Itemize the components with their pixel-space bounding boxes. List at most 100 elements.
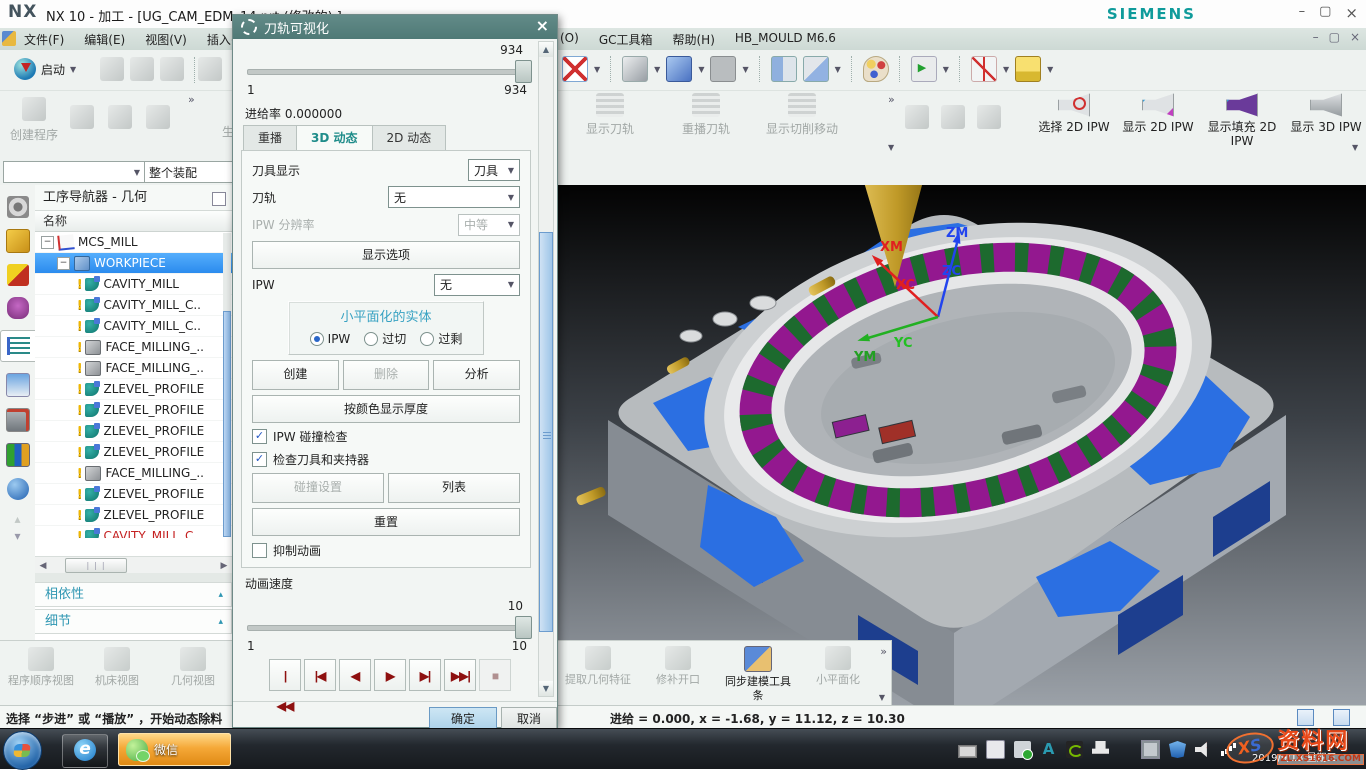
show-options-button[interactable]: 显示选项 xyxy=(252,241,520,269)
dialog-tab[interactable]: 重播 xyxy=(243,125,296,152)
start-orb[interactable] xyxy=(3,731,42,770)
mdi-restore-icon[interactable]: ▢ xyxy=(1329,30,1340,44)
overflow-chevron[interactable]: » xyxy=(880,645,887,658)
background-icon[interactable] xyxy=(710,56,736,82)
mdi-minimize-icon[interactable]: – xyxy=(1313,30,1319,44)
display-icon[interactable] xyxy=(1141,740,1160,759)
new-file-icon[interactable] xyxy=(100,57,124,81)
operation-navigator-tab[interactable] xyxy=(0,330,35,362)
section-plane-icon[interactable] xyxy=(771,56,797,82)
radio-option[interactable]: 过剩 xyxy=(420,330,462,347)
fit-view-icon[interactable] xyxy=(562,56,588,82)
tree-item[interactable]: ! CAVITY_MILL_C.. xyxy=(35,295,232,316)
machine-tool-navigator-icon[interactable] xyxy=(6,408,30,432)
speed-slider[interactable] xyxy=(247,616,532,638)
bottom-toolbar-button[interactable]: 提取几何特征 xyxy=(562,646,634,703)
assembly-navigator-icon[interactable] xyxy=(6,229,30,253)
create-program-button[interactable]: 创建程序 xyxy=(8,97,60,143)
create-button[interactable]: 创建 xyxy=(252,360,339,390)
menu-item[interactable]: 文件(F) xyxy=(24,31,64,48)
radio-option[interactable]: IPW xyxy=(310,330,351,347)
scrollbar-thumb[interactable] xyxy=(539,232,553,632)
save-icon[interactable] xyxy=(160,57,184,81)
tool-display-combobox[interactable]: 刀具▼ xyxy=(468,159,520,181)
power-plug-icon[interactable] xyxy=(1092,741,1109,758)
scroll-down-icon[interactable]: ▾ xyxy=(0,528,35,545)
machining-feature-navigator-icon[interactable] xyxy=(6,373,30,397)
ipw-toolbar-button[interactable]: 显示 2D IPW xyxy=(1119,93,1197,149)
tree-item[interactable]: ! ZLEVEL_PROFILE xyxy=(35,484,232,505)
animation-icon[interactable] xyxy=(911,56,937,82)
list-button[interactable]: 列表 xyxy=(388,473,520,503)
selection-scope-combobox[interactable]: ▼ xyxy=(3,161,145,183)
taskbar-button[interactable]: 微信 xyxy=(118,733,231,766)
checkbox-unchecked-icon[interactable] xyxy=(252,543,267,558)
slider-handle[interactable] xyxy=(515,60,532,83)
navigator-section-bar[interactable]: 相依性 ▴ xyxy=(35,582,232,607)
shaded-view-icon[interactable] xyxy=(622,56,648,82)
playback-button[interactable]: ■ xyxy=(479,659,511,691)
dialog-close-icon[interactable]: × xyxy=(536,16,549,35)
reset-button[interactable]: 重置 xyxy=(252,508,520,536)
playback-button[interactable]: ▶| xyxy=(409,659,441,691)
autodesk-icon[interactable]: A xyxy=(1040,741,1057,758)
tree-item[interactable]: ! ZLEVEL_PROFILE xyxy=(35,442,232,463)
scrollbar-thumb[interactable] xyxy=(223,311,231,537)
tree-item[interactable]: − WORKPIECE xyxy=(35,253,232,274)
dialog-tab[interactable]: 2D 动态 xyxy=(372,125,447,152)
scrollbar-thumb[interactable]: ❘❘❘ xyxy=(65,558,127,573)
bottom-toolbar-button[interactable]: 几何视图 xyxy=(160,647,226,688)
navigator-section-bar[interactable]: 细节 ▴ xyxy=(35,609,232,634)
scroll-down-icon[interactable]: ▼ xyxy=(539,681,553,696)
status-clip-icon[interactable] xyxy=(1333,709,1350,726)
status-monitor-icon[interactable] xyxy=(1297,709,1314,726)
menu-item[interactable]: 编辑(E) xyxy=(84,31,125,48)
speaker-muted-icon[interactable] xyxy=(1195,741,1212,758)
slider-handle[interactable] xyxy=(515,616,532,639)
tree-item[interactable]: − MCS_MILL xyxy=(35,232,232,253)
tree-item[interactable]: ! CAVITY_MILL_C.. xyxy=(35,526,232,538)
checkbox-checked-icon[interactable]: ✓ xyxy=(252,429,267,444)
part-navigator-icon[interactable] xyxy=(7,297,29,319)
internet-explorer-button[interactable]: e xyxy=(62,734,108,768)
constraint-navigator-icon[interactable] xyxy=(7,264,29,286)
column-header-name[interactable]: 名称 xyxy=(35,211,232,232)
scroll-left-icon[interactable]: ◀ xyxy=(35,561,51,571)
bottom-toolbar-button[interactable]: 修补开口 xyxy=(642,646,714,703)
playback-button[interactable]: |◀ xyxy=(304,659,336,691)
menu-item[interactable]: (O) xyxy=(560,31,579,48)
checkbox-checked-icon[interactable]: ✓ xyxy=(252,452,267,467)
usb-device-icon[interactable] xyxy=(986,740,1005,759)
overflow-chevron[interactable]: » xyxy=(188,93,195,106)
tree-item[interactable]: ! ZLEVEL_PROFILE xyxy=(35,400,232,421)
tree-vertical-scrollbar[interactable] xyxy=(223,233,231,537)
ipw-toolbar-button[interactable]: 显示填充 2D IPW xyxy=(1203,93,1281,149)
dialog-tab[interactable]: 3D 动态 xyxy=(296,125,372,152)
mdi-close-icon[interactable]: × xyxy=(1350,30,1360,44)
bottom-toolbar-button[interactable]: 程序顺序视图 xyxy=(8,647,74,688)
bottom-toolbar-button[interactable]: 同步建模工具条 xyxy=(722,646,794,703)
safely-remove-icon[interactable] xyxy=(1014,741,1031,758)
bottom-toolbar-button[interactable]: 机床视图 xyxy=(84,647,150,688)
tree-item[interactable]: ! ZLEVEL_PROFILE xyxy=(35,379,232,400)
internet-assistant-icon[interactable] xyxy=(7,478,29,500)
close-icon[interactable]: × xyxy=(1345,4,1358,22)
thickness-by-color-button[interactable]: 按颜色显示厚度 xyxy=(252,395,520,423)
assembly-scope-field[interactable]: 整个装配 xyxy=(144,161,236,183)
palette-icon[interactable] xyxy=(863,56,889,82)
ipw-toolbar-button[interactable]: 选择 2D IPW xyxy=(1035,93,1113,149)
library-icon[interactable] xyxy=(6,443,30,467)
roles-gear-icon[interactable] xyxy=(7,196,29,218)
toolpath-combobox[interactable]: 无▼ xyxy=(388,186,520,208)
tree-item[interactable]: ! ZLEVEL_PROFILE xyxy=(35,505,232,526)
scroll-up-icon[interactable]: ▴ xyxy=(0,511,35,528)
playback-button[interactable]: ▶▶| xyxy=(444,659,476,691)
security-shield-icon[interactable] xyxy=(1169,741,1186,758)
minimize-icon[interactable]: – xyxy=(1299,4,1306,22)
panel-splitter[interactable] xyxy=(35,573,232,582)
tree-item[interactable]: ! FACE_MILLING_.. xyxy=(35,358,232,379)
playback-button[interactable]: ◀ xyxy=(339,659,371,691)
open-file-icon[interactable] xyxy=(130,57,154,81)
graphics-viewport[interactable]: ZM ZC XM XC YC YM xyxy=(558,185,1366,705)
scroll-right-icon[interactable]: ▶ xyxy=(216,561,232,571)
